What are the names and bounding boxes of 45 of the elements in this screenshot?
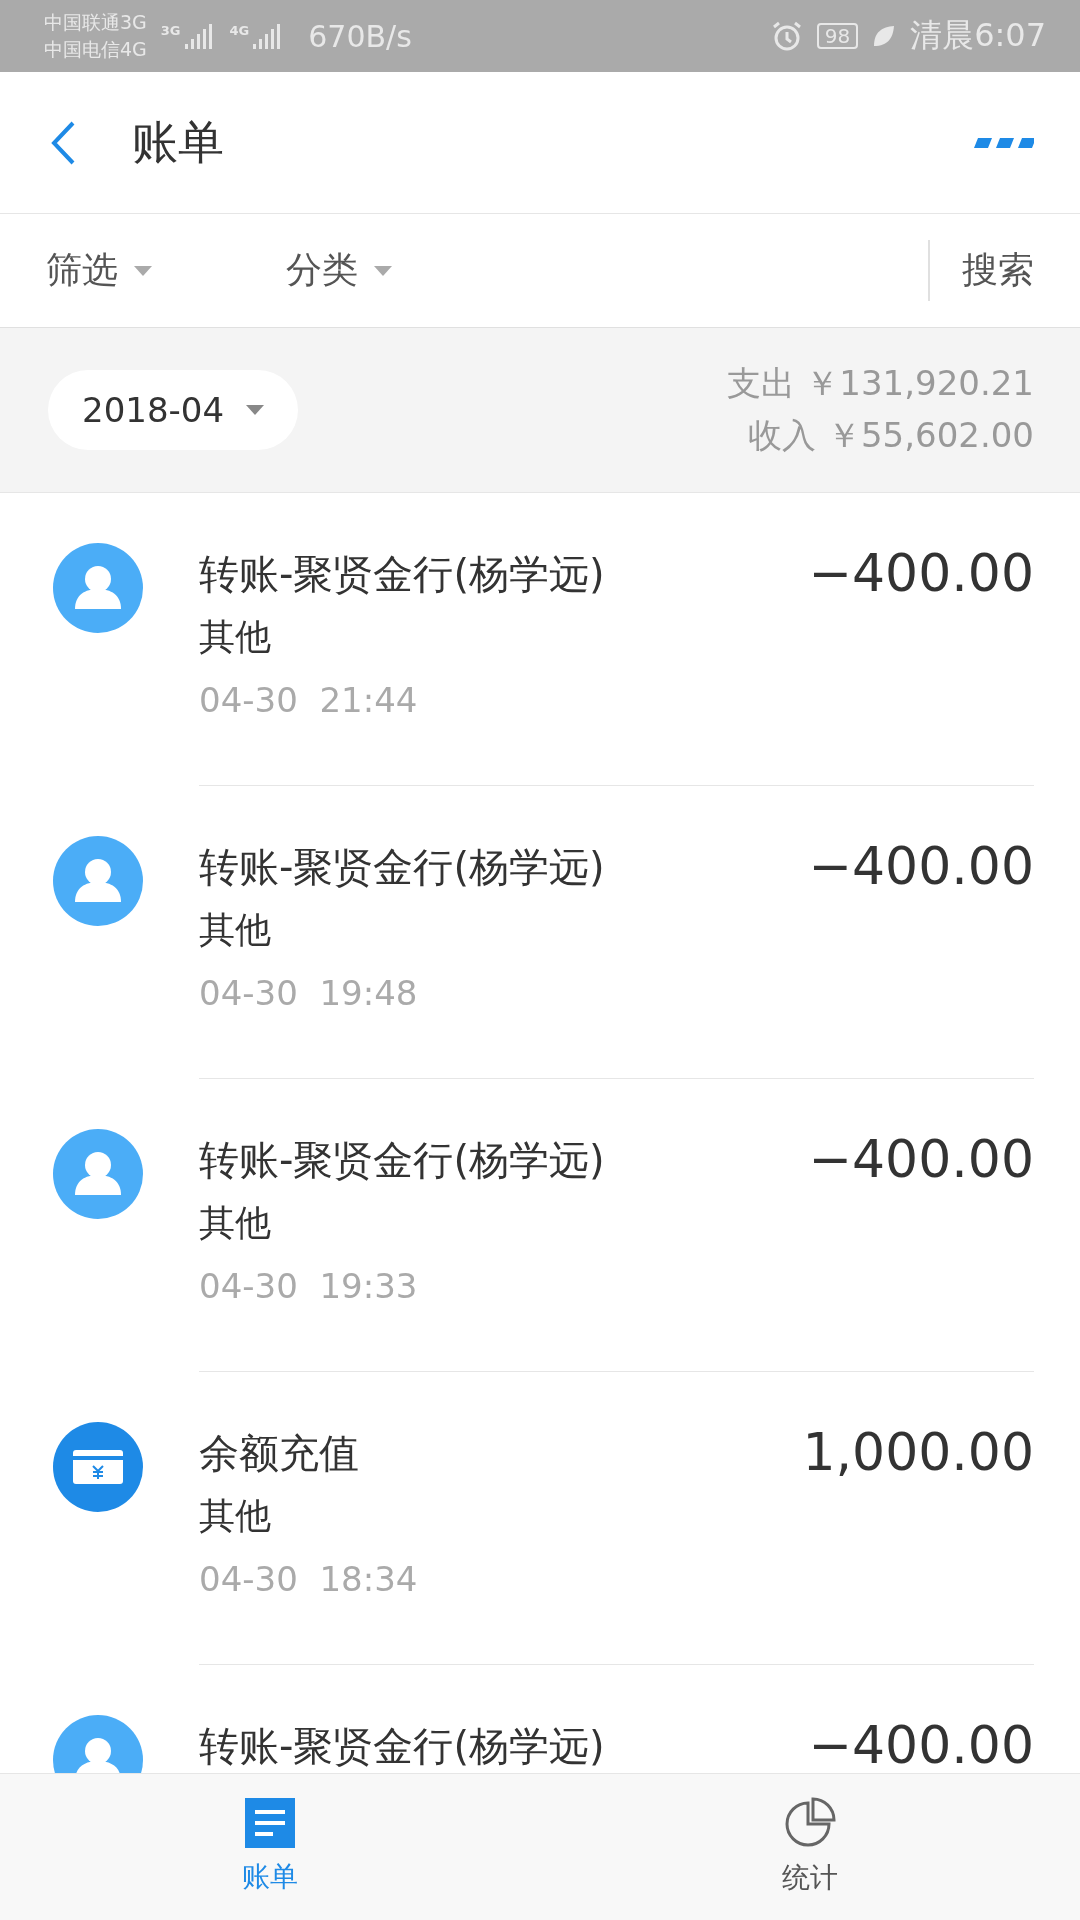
dropdown-caret-icon: [246, 405, 265, 415]
alarm-clock-icon: [770, 20, 803, 52]
dropdown-caret-icon: [374, 265, 392, 276]
person-avatar-icon: [53, 543, 143, 633]
transaction-title[interactable]: 转账-聚贤金行(杨学远): [199, 547, 605, 602]
carrier-name: 中国联通3G: [44, 10, 147, 35]
card-avatar-icon: [53, 1422, 143, 1512]
filter-dropdown[interactable]: 筛选: [46, 246, 286, 295]
search-button[interactable]: 搜索: [928, 240, 1034, 301]
nav-tab[interactable]: 统计: [540, 1774, 1080, 1920]
pie-chart-icon: [784, 1797, 836, 1849]
summary-total: 支出 ￥131,920.21: [726, 362, 1034, 405]
transaction-title[interactable]: 转账-聚贤金行(杨学远): [199, 840, 605, 895]
list-icon: [245, 1798, 295, 1848]
network-type-label: 4G: [229, 23, 250, 38]
transaction-category: 其他: [199, 1201, 272, 1245]
transaction-title[interactable]: 余额充值: [199, 1426, 359, 1481]
transaction-category: 其他: [199, 1494, 272, 1538]
back-icon[interactable]: [50, 119, 76, 166]
filter-dropdown[interactable]: 分类: [286, 246, 526, 295]
person-avatar-icon: [53, 1129, 143, 1219]
transaction-datetime: 04-30 21:44: [199, 680, 419, 720]
transaction-amount: −400.00: [808, 543, 1034, 603]
transaction-category: 其他: [199, 908, 272, 952]
network-type-label: 3G: [160, 23, 181, 38]
transaction-amount: −400.00: [808, 836, 1034, 896]
transaction-datetime: 04-30 19:48: [199, 973, 419, 1013]
transaction-title[interactable]: 转账-聚贤金行(杨学远): [199, 1133, 605, 1188]
leaf-icon: [872, 24, 897, 48]
carrier-name: 中国电信4G: [44, 37, 147, 62]
network-speed: 670B/s: [308, 18, 412, 54]
battery-level: 98: [816, 23, 859, 49]
clock-time: 清晨6:07: [910, 15, 1046, 56]
transaction-category: 其他: [199, 615, 272, 659]
transaction-title[interactable]: 转账-聚贤金行(杨学远): [199, 1719, 605, 1773]
dropdown-caret-icon: [134, 265, 152, 276]
transaction-amount: 1,000.00: [802, 1422, 1034, 1482]
person-avatar-icon: [53, 836, 143, 926]
transaction-amount: −400.00: [808, 1715, 1034, 1773]
page-title: 账单: [132, 113, 225, 171]
month-picker[interactable]: 2018-04: [48, 370, 299, 450]
transaction-datetime: 04-30 19:33: [199, 1266, 419, 1306]
transaction-datetime: 04-30 18:34: [199, 1559, 419, 1599]
transaction-amount: −400.00: [808, 1129, 1034, 1189]
summary-total: 收入 ￥55,602.00: [748, 414, 1034, 457]
